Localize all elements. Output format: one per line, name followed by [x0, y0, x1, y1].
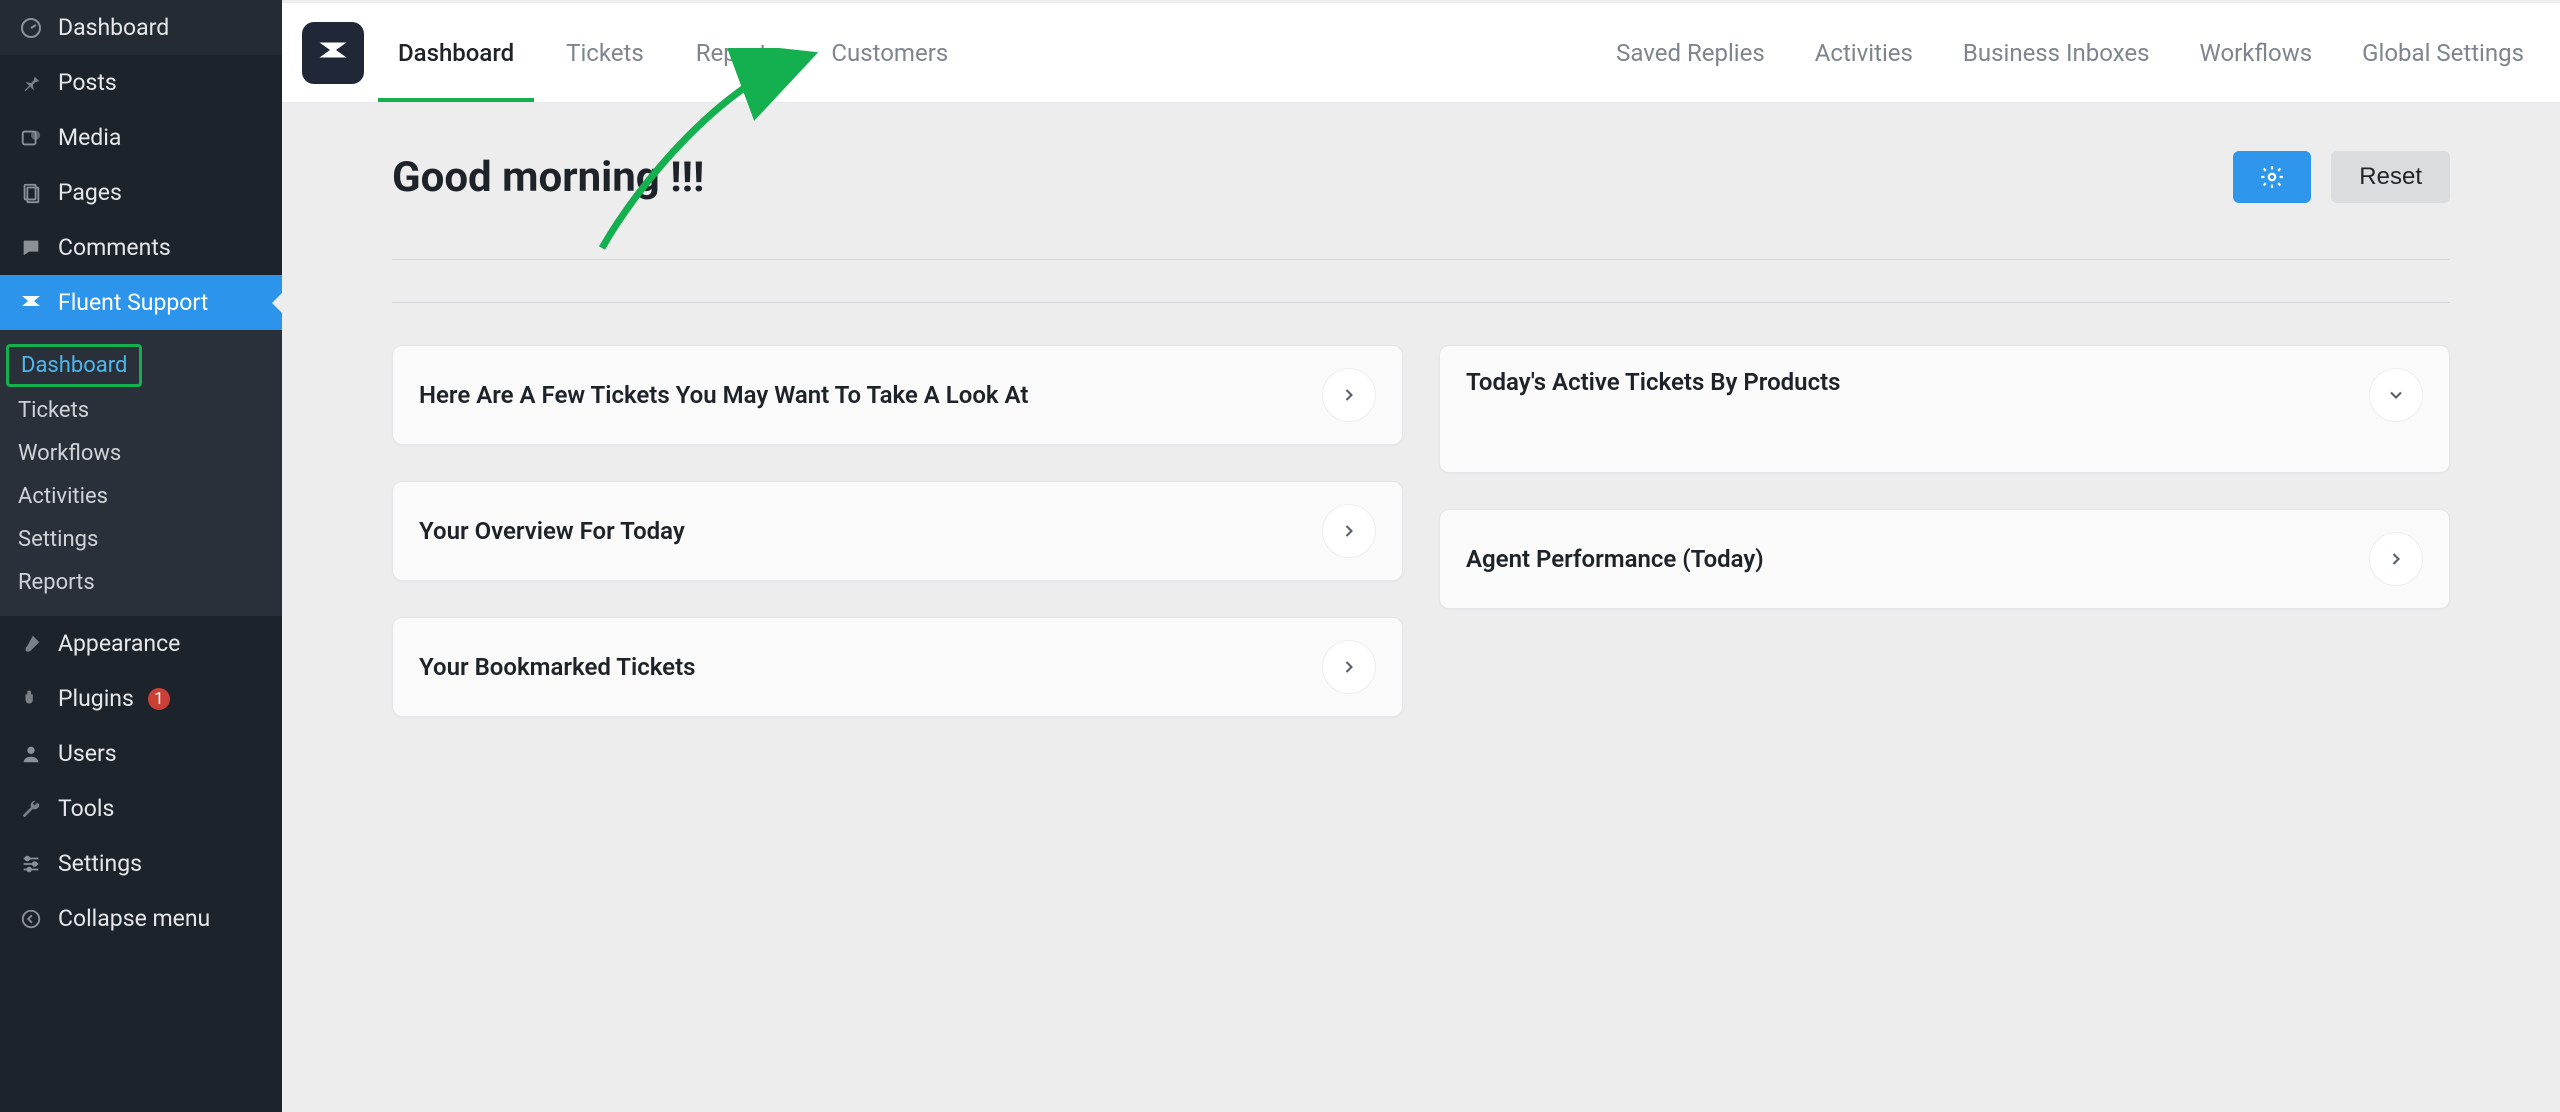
panel-title: Your Bookmarked Tickets [419, 653, 696, 681]
app-header: Dashboard Tickets Reports Customers Save… [282, 3, 2560, 103]
wp-admin-sidebar: Dashboard Posts Media Pages Comments Flu… [0, 0, 282, 1112]
chevron-down-icon[interactable] [2369, 368, 2423, 422]
sidebar-label: Tools [58, 795, 114, 822]
sidebar-label: Pages [58, 179, 122, 206]
nav-item-saved-replies[interactable]: Saved Replies [1608, 5, 1773, 101]
greeting-actions: Reset [2233, 151, 2450, 203]
sidebar-label: Comments [58, 234, 171, 261]
nav-item-dashboard[interactable]: Dashboard [390, 5, 522, 101]
nav-item-global-settings[interactable]: Global Settings [2354, 5, 2532, 101]
comment-icon [18, 235, 44, 261]
sliders-icon [18, 851, 44, 877]
sidebar-label: Fluent Support [58, 289, 208, 316]
pages-icon [18, 180, 44, 206]
main-area: Dashboard Tickets Reports Customers Save… [282, 0, 2560, 1112]
app-logo [302, 22, 364, 84]
wrench-icon [18, 796, 44, 822]
sidebar-item-dashboard[interactable]: Dashboard [0, 0, 282, 55]
nav-item-workflows[interactable]: Workflows [2192, 5, 2321, 101]
panel-active-tickets-products[interactable]: Today's Active Tickets By Products [1439, 345, 2450, 473]
sidebar-item-settings[interactable]: Settings [0, 836, 282, 891]
fluent-support-icon [18, 290, 44, 316]
sidebar-item-appearance[interactable]: Appearance [0, 616, 282, 671]
sidebar-label: Appearance [58, 630, 180, 657]
panel-title: Today's Active Tickets By Products [1466, 368, 1841, 396]
nav-item-tickets[interactable]: Tickets [558, 5, 652, 101]
user-icon [18, 741, 44, 767]
nav-item-activities[interactable]: Activities [1807, 5, 1921, 101]
collapse-icon [18, 906, 44, 932]
divider [392, 259, 2450, 260]
panel-bookmarked-tickets[interactable]: Your Bookmarked Tickets [392, 617, 1403, 717]
chevron-right-icon[interactable] [1322, 640, 1376, 694]
settings-button[interactable] [2233, 151, 2311, 203]
brush-icon [18, 631, 44, 657]
submenu-item-tickets[interactable]: Tickets [0, 389, 282, 432]
panel-title: Agent Performance (Today) [1466, 545, 1764, 573]
chevron-right-icon[interactable] [2369, 532, 2423, 586]
sidebar-label: Dashboard [58, 14, 169, 41]
chevron-right-icon[interactable] [1322, 368, 1376, 422]
panel-title: Your Overview For Today [419, 517, 685, 545]
sidebar-label: Media [58, 124, 121, 151]
sidebar-item-users[interactable]: Users [0, 726, 282, 781]
panel-agent-performance[interactable]: Agent Performance (Today) [1439, 509, 2450, 609]
divider [392, 302, 2450, 303]
media-icon [18, 125, 44, 151]
nav-secondary: Saved Replies Activities Business Inboxe… [1608, 5, 2532, 101]
panel-title: Here Are A Few Tickets You May Want To T… [419, 381, 1028, 409]
sidebar-label: Users [58, 740, 117, 767]
sidebar-item-comments[interactable]: Comments [0, 220, 282, 275]
submenu-item-workflows[interactable]: Workflows [0, 432, 282, 475]
sidebar-item-fluent-support[interactable]: Fluent Support [0, 275, 282, 330]
sidebar-label: Plugins [58, 685, 134, 712]
sidebar-item-pages[interactable]: Pages [0, 165, 282, 220]
sidebar-item-media[interactable]: Media [0, 110, 282, 165]
chevron-right-icon[interactable] [1322, 504, 1376, 558]
sidebar-label: Collapse menu [58, 905, 210, 932]
sidebar-label: Settings [58, 850, 142, 877]
panel-overview-today[interactable]: Your Overview For Today [392, 481, 1403, 581]
sidebar-item-collapse[interactable]: Collapse menu [0, 891, 282, 946]
nav-item-business-inboxes[interactable]: Business Inboxes [1955, 5, 2158, 101]
sidebar-label: Posts [58, 69, 117, 96]
sidebar-item-posts[interactable]: Posts [0, 55, 282, 110]
reset-button[interactable]: Reset [2331, 151, 2450, 203]
sidebar-item-tools[interactable]: Tools [0, 781, 282, 836]
nav-primary: Dashboard Tickets Reports Customers [390, 5, 956, 101]
pin-icon [18, 70, 44, 96]
panel-look-at-tickets[interactable]: Here Are A Few Tickets You May Want To T… [392, 345, 1403, 445]
submenu-item-dashboard[interactable]: Dashboard [6, 344, 142, 387]
gauge-icon [18, 15, 44, 41]
nav-item-customers[interactable]: Customers [823, 5, 956, 101]
plugins-badge: 1 [148, 688, 170, 710]
submenu-item-reports[interactable]: Reports [0, 561, 282, 604]
page-title: Good morning !!! [392, 153, 704, 202]
submenu-item-activities[interactable]: Activities [0, 475, 282, 518]
submenu-item-settings[interactable]: Settings [0, 518, 282, 561]
plug-icon [18, 686, 44, 712]
nav-item-reports[interactable]: Reports [688, 5, 788, 101]
sidebar-item-plugins[interactable]: Plugins 1 [0, 671, 282, 726]
sidebar-submenu: Dashboard Tickets Workflows Activities S… [0, 330, 282, 616]
gear-icon [2259, 164, 2285, 190]
